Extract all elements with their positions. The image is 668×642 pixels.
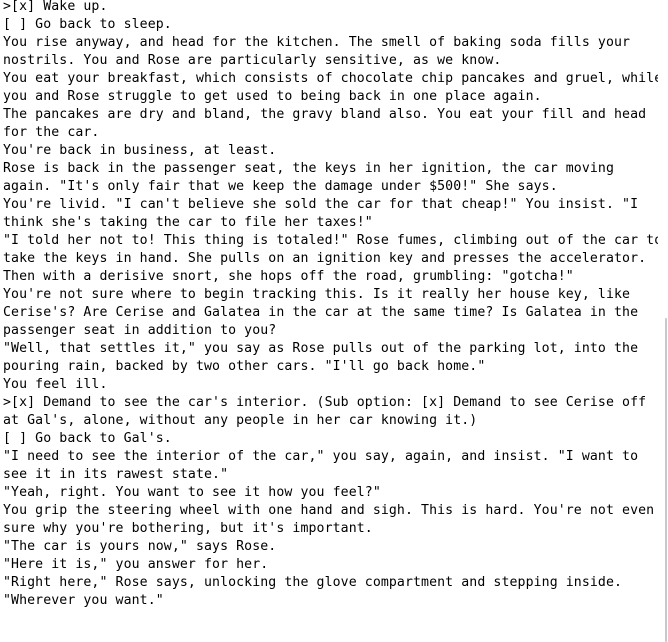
transcript-line: [ ] Go back to Gal's. <box>3 431 172 446</box>
transcript-line: nostrils. You and Rose are particularly … <box>3 53 502 68</box>
transcript-line: for the car. <box>3 125 100 140</box>
transcript-line: >[x] Demand to see the car's interior. (… <box>3 395 647 410</box>
transcript-line: think she's taking the car to file her t… <box>3 215 373 230</box>
transcript-line: You rise anyway, and head for the kitche… <box>3 35 631 50</box>
transcript-line: sure why you're bothering, but it's impo… <box>3 521 373 536</box>
transcript-view[interactable]: >[x] Wake up. [ ] Go back to sleep. You ri… <box>0 0 658 642</box>
transcript-line: "Wherever you want." <box>3 593 164 608</box>
transcript-line: Cerise's? Are Cerise and Galatea in the … <box>3 305 639 320</box>
transcript-line: passenger seat in addition to you? <box>3 323 277 338</box>
transcript-line: "Here it is," you answer for her. <box>3 557 269 572</box>
transcript-line: Rose is back in the passenger seat, the … <box>3 161 615 176</box>
transcript-line: "Yeah, right. You want to see it how you… <box>3 485 381 500</box>
transcript-line: "I need to see the interior of the car,"… <box>3 449 639 464</box>
transcript-line: again. "It's only fair that we keep the … <box>3 179 558 194</box>
transcript-line: "Right here," Rose says, unlocking the g… <box>3 575 623 590</box>
transcript-line: pouring rain, backed by two other cars. … <box>3 359 486 374</box>
scrollbar-thumb[interactable] <box>665 318 667 642</box>
transcript-line: You're back in business, at least. <box>3 143 277 158</box>
transcript-line: >[x] Wake up. <box>3 0 108 14</box>
transcript-line: You eat your breakfast, which consists o… <box>3 71 658 86</box>
transcript-line: [ ] Go back to sleep. <box>3 17 172 32</box>
transcript-line: at Gal's, alone, without any people in h… <box>3 413 478 428</box>
transcript-line: you and Rose struggle to get used to bei… <box>3 89 542 104</box>
transcript-line: "The car is yours now," says Rose. <box>3 539 277 554</box>
transcript-text: >[x] Wake up. [ ] Go back to sleep. You ri… <box>3 0 658 610</box>
transcript-line: You're livid. "I can't believe she sold … <box>3 197 639 212</box>
transcript-line: You grip the steering wheel with one han… <box>3 503 655 518</box>
transcript-line: "Well, that settles it," you say as Rose… <box>3 341 639 356</box>
transcript-line: You're not sure where to begin tracking … <box>3 287 631 302</box>
transcript-line: Then with a derisive snort, she hops off… <box>3 269 574 284</box>
transcript-line: The pancakes are dry and bland, the grav… <box>3 107 647 122</box>
vertical-scrollbar[interactable] <box>660 0 668 642</box>
transcript-line: You feel ill. <box>3 377 108 392</box>
transcript-line: "I told her not to! This thing is totale… <box>3 233 658 248</box>
transcript-line: take the keys in hand. She pulls on an i… <box>3 251 647 266</box>
transcript-line: see it in its rawest state." <box>3 467 229 482</box>
